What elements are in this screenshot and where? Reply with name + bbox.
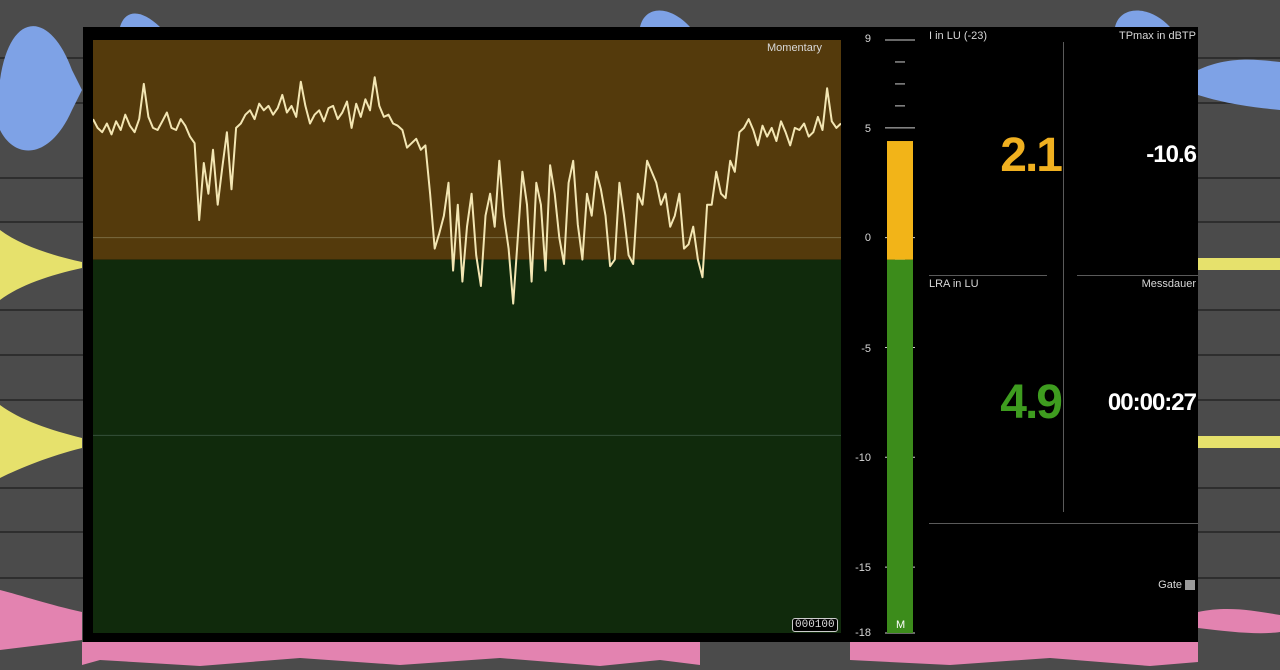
graph-counter: 000100 xyxy=(792,618,838,632)
measurement-duration-value: 00:00:27 xyxy=(1107,389,1197,416)
yellow-waveform xyxy=(1198,436,1280,448)
yellow-waveform xyxy=(1198,258,1280,270)
bar-level-under-target xyxy=(887,259,913,633)
loudness-range-label: LRA in LU xyxy=(929,278,979,290)
scale-tick-label: -5 xyxy=(861,343,871,355)
scale-tick-label: -18 xyxy=(855,627,871,639)
scale-tick-label: -15 xyxy=(855,562,871,574)
bar-level-over-target xyxy=(887,141,913,260)
panel-divider-vertical xyxy=(1063,42,1064,512)
loudness-meter-window: Momentary 000100 9 5 0 -5 -10 -15 -18 M … xyxy=(83,27,1198,642)
scale-tick-label: 0 xyxy=(864,232,871,244)
gate-label: Gate xyxy=(1158,579,1182,591)
graph-under-target-area xyxy=(93,259,841,633)
readouts-panel: I in LU (-23) 2.1 TPmax in dBTP -10.6 LR… xyxy=(923,27,1198,642)
scale-tick-label: -10 xyxy=(855,452,871,464)
panel-divider-horizontal xyxy=(929,275,1047,276)
integrated-loudness-label: I in LU (-23) xyxy=(929,30,988,42)
panel-divider-horizontal xyxy=(1077,275,1198,276)
integrated-loudness-value: 2.1 xyxy=(1000,129,1063,182)
gate-indicator[interactable] xyxy=(1185,580,1195,590)
measurement-duration-label: Messdauer xyxy=(1141,278,1196,290)
pink-waveform xyxy=(82,642,700,666)
momentary-bar-meter xyxy=(885,39,915,634)
scale-tick-label: 9 xyxy=(864,33,871,45)
scale-tick-label: 5 xyxy=(864,123,871,135)
true-peak-max-label: TPmax in dBTP xyxy=(1118,30,1196,42)
bar-meter-label: M xyxy=(896,619,906,631)
true-peak-max-value: -10.6 xyxy=(1146,141,1197,168)
graph-mode-label: Momentary xyxy=(767,42,823,54)
panel-divider-horizontal xyxy=(929,523,1198,524)
loudness-range-value: 4.9 xyxy=(1000,376,1063,429)
momentary-graph xyxy=(93,40,841,633)
